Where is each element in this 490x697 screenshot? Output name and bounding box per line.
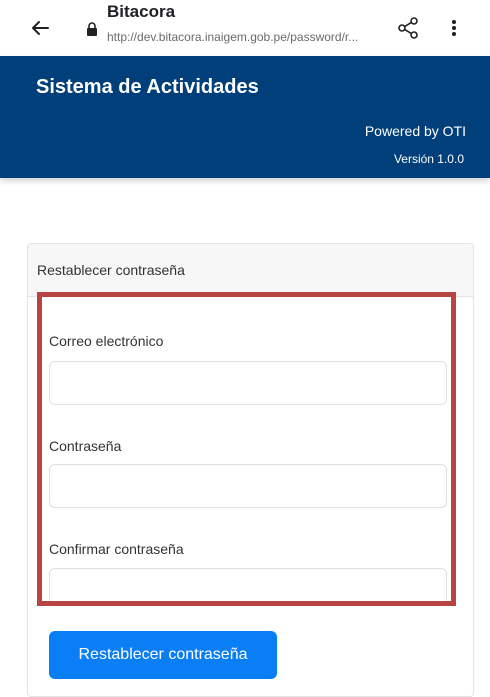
more-options-icon[interactable] [442,14,466,42]
share-icon[interactable] [394,14,422,42]
confirm-password-field[interactable] [49,568,447,601]
page-title: Bitacora [107,2,176,21]
page-url[interactable]: http://dev.bitacora.inaigem.gob.pe/passw… [107,30,369,44]
browser-toolbar: Bitacora http://dev.bitacora.inaigem.gob… [0,0,490,56]
email-label: Correo electrónico [49,333,164,349]
app-header: Sistema de Actividades Powered by OTI Ve… [0,56,490,178]
reset-password-button[interactable]: Restablecer contraseña [49,631,277,679]
confirm-password-label: Confirmar contraseña [49,541,184,557]
back-arrow-icon[interactable] [26,14,54,42]
lock-icon [87,22,97,36]
card-title: Restablecer contraseña [37,262,185,278]
card-header: Restablecer contraseña [28,244,473,297]
powered-by-text: Powered by OTI [364,123,466,139]
version-text: Versión 1.0.0 [393,152,464,166]
password-field[interactable] [49,464,447,508]
app-title: Sistema de Actividades [36,76,259,98]
password-label: Contraseña [49,438,122,454]
email-field[interactable] [49,361,447,405]
form-fields: Correo electrónico Contraseña Confirmar … [42,297,451,601]
